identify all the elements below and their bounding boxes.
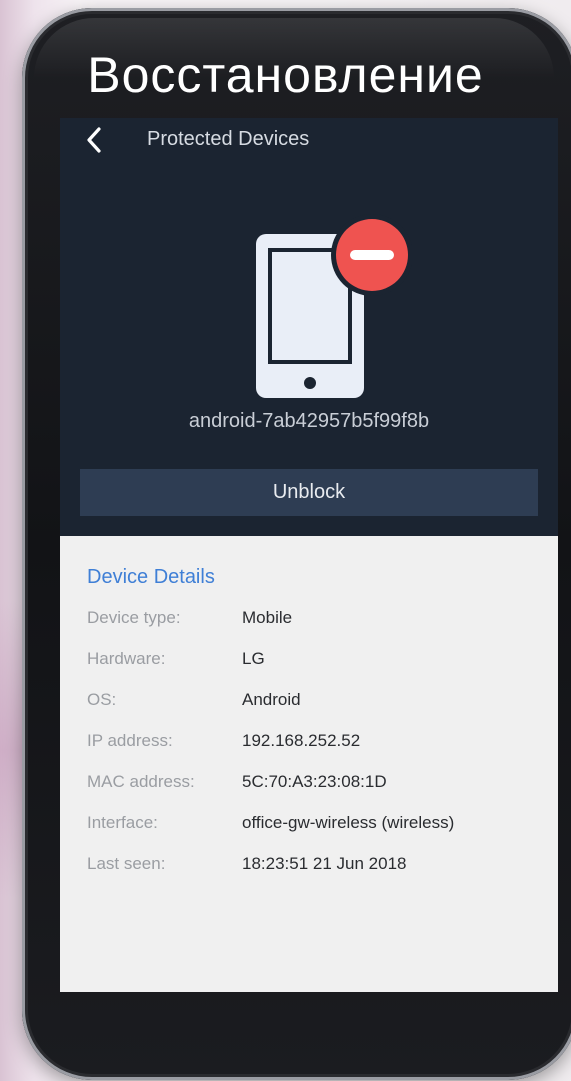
detail-value: 5C:70:A3:23:08:1D (242, 772, 387, 791)
detail-value: Android (242, 690, 301, 709)
detail-row-hardware: Hardware: LG (87, 649, 547, 673)
unblock-button[interactable]: Unblock (80, 469, 538, 516)
device-name: android-7ab42957b5f99f8b (188, 410, 430, 432)
device-details-title: Device Details (87, 566, 215, 588)
detail-value: 192.168.252.52 (242, 731, 361, 750)
detail-value: office-gw-wireless (wireless) (242, 813, 455, 832)
nav-bar: Protected Devices (60, 118, 558, 162)
detail-label: Hardware: (87, 649, 166, 668)
detail-label: OS: (87, 690, 117, 709)
nav-title: Protected Devices (147, 128, 310, 150)
chevron-left-icon[interactable] (82, 126, 108, 154)
overlay-title: Восстановление (87, 47, 484, 103)
detail-label: IP address: (87, 731, 173, 750)
device-header-panel: Protected Devices android-7ab42957b5f99f… (60, 118, 558, 536)
detail-value: 18:23:51 21 Jun 2018 (242, 854, 407, 873)
blocked-phone-icon (256, 214, 412, 398)
detail-row-device-type: Device type: Mobile (87, 608, 547, 632)
phone-screen: Protected Devices android-7ab42957b5f99f… (60, 118, 558, 992)
detail-label: Interface: (87, 813, 158, 832)
detail-label: MAC address: (87, 772, 195, 791)
detail-row-mac-address: MAC address: 5C:70:A3:23:08:1D (87, 772, 547, 796)
detail-row-os: OS: Android (87, 690, 547, 714)
detail-row-ip-address: IP address: 192.168.252.52 (87, 731, 547, 755)
detail-value: LG (242, 649, 265, 668)
detail-label: Last seen: (87, 854, 166, 873)
detail-value: Mobile (242, 608, 293, 627)
detail-row-interface: Interface: office-gw-wireless (wireless) (87, 813, 547, 837)
detail-label: Device type: (87, 608, 181, 627)
detail-row-last-seen: Last seen: 18:23:51 21 Jun 2018 (87, 854, 547, 878)
